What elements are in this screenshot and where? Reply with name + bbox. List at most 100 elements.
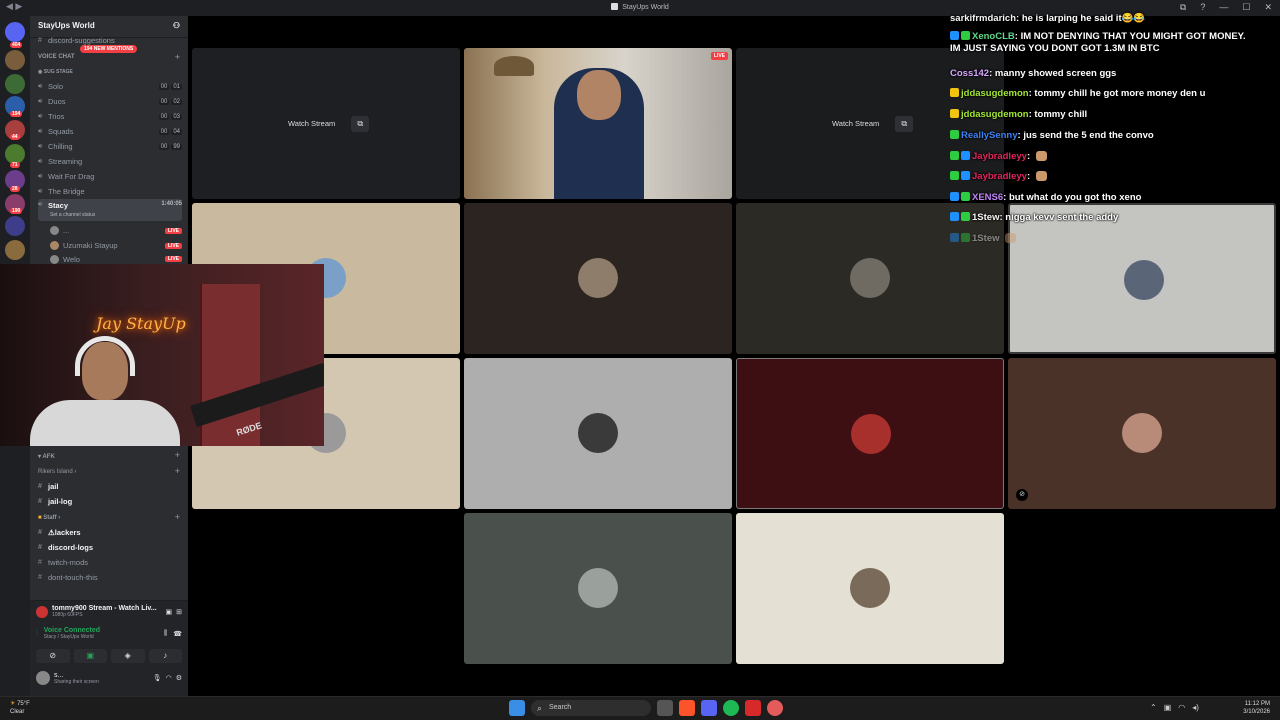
add-channel-icon[interactable]: + [175, 450, 180, 460]
avatar [851, 414, 891, 454]
popout-icon[interactable]: ⧉ [895, 115, 914, 132]
mention-badge: 71 [10, 162, 20, 168]
wifi-icon[interactable]: ◠ [1178, 703, 1185, 712]
server-icon[interactable] [5, 240, 25, 260]
chevron-up-icon[interactable]: ⌃ [1150, 703, 1157, 712]
headphones-icon[interactable]: ◠ [166, 674, 172, 682]
voice-channel-streaming[interactable]: 🔊︎ Streaming [38, 154, 182, 169]
server-icon[interactable] [5, 50, 25, 70]
add-channel-icon[interactable]: + [175, 466, 180, 476]
channel-jail[interactable]: # jail [38, 479, 182, 494]
channel-discord-suggestions[interactable]: # discord-suggestions [38, 35, 182, 45]
obs-icon[interactable] [767, 700, 783, 716]
badge-icon [950, 31, 959, 40]
volume-icon[interactable]: ◂) [1192, 703, 1199, 712]
server-icon[interactable] [5, 144, 25, 164]
mention-badge: 28 [10, 186, 20, 192]
voice-channel-duos[interactable]: 🔊︎ Duos 00 02 [38, 94, 182, 109]
adobe-icon[interactable] [745, 700, 761, 716]
add-channel-icon[interactable]: + [175, 52, 180, 62]
voice-member[interactable]: ... LIVE [50, 223, 182, 238]
speaker-icon: 🔊︎ [38, 201, 43, 208]
channel-status[interactable]: Set a channel status [50, 212, 95, 218]
discord-icon [611, 3, 619, 10]
watch-stream-group: Watch Stream ⧉ [824, 115, 914, 132]
user-tile[interactable] [464, 358, 732, 509]
stream-tile-video[interactable]: LIVE [464, 48, 732, 199]
category-afk[interactable]: ▾ AFK [38, 453, 55, 460]
soundboard-button[interactable]: ♪ [148, 649, 182, 663]
add-user-icon[interactable]: ⚇ [173, 21, 180, 32]
user-tile[interactable]: ⊘ [1008, 358, 1276, 509]
category-rikers-island[interactable]: Rikers Island › [38, 469, 76, 475]
voice-member[interactable]: Welo LIVE [50, 254, 182, 264]
clock[interactable]: 11:12 PM 3/10/2026 [1243, 700, 1270, 716]
voice-channel-solo[interactable]: 🔊︎ Solo 00 01 [38, 79, 182, 94]
channel-lackers[interactable]: # ⚠ lackers [38, 525, 182, 540]
channel-twitch-mods[interactable]: # twitch-mods [38, 555, 182, 570]
headset-icon [75, 336, 135, 376]
windows-start-icon[interactable] [509, 700, 525, 716]
lamp [494, 56, 534, 76]
activities-button[interactable]: ◈ [111, 649, 145, 663]
camera-off-button[interactable]: ⊘ [36, 649, 70, 663]
maximize-button[interactable]: ☐ [1242, 2, 1250, 13]
chat-message: jddasugdemon: tommy chill [950, 109, 1250, 121]
tray-app-icon[interactable]: ▣ [1164, 703, 1172, 712]
voice-channel-wait-for-drag[interactable]: 🔊︎ Wait For Drag [38, 169, 182, 184]
settings-gear-icon[interactable]: ⚙ [176, 674, 182, 682]
add-channel-icon[interactable]: + [175, 512, 180, 522]
category-staff[interactable]: ■ Staff › [38, 515, 60, 521]
live-badge: LIVE [164, 256, 182, 262]
avatar [850, 258, 890, 298]
category-voice-chat[interactable]: VOICE CHAT [38, 54, 75, 60]
popout-icon[interactable]: ⧉ [351, 115, 370, 132]
inbox-icon[interactable]: ⧉ [1180, 2, 1186, 13]
mic-icon[interactable]: 🎙︎ [153, 674, 162, 682]
avatar[interactable] [36, 671, 50, 685]
brave-browser-icon[interactable] [679, 700, 695, 716]
taskbar-search[interactable]: Search [531, 700, 651, 716]
voice-channel-squads[interactable]: 🔊︎ Squads 00 04 [38, 124, 182, 139]
user-tile[interactable] [736, 513, 1004, 664]
new-mentions-pill[interactable]: 194 NEW MENTIONS [80, 45, 138, 53]
spotify-icon[interactable] [723, 700, 739, 716]
voice-channel-chilling[interactable]: 🔊︎ Chilling 00 99 [38, 139, 182, 154]
user-count: 00 99 [158, 143, 182, 150]
chat-message: Coss142: manny showed screen ggs [950, 68, 1117, 79]
screen-icon[interactable]: ▣ [166, 608, 173, 616]
home-icon[interactable] [5, 22, 25, 42]
live-badge: LIVE [164, 227, 182, 234]
file-explorer-icon[interactable] [657, 700, 673, 716]
help-icon[interactable]: ? [1200, 2, 1205, 13]
watch-stream-button[interactable]: Watch Stream [280, 115, 343, 132]
popout-icon[interactable]: ⊞ [176, 608, 182, 616]
chat-overlay: sarkifrmdarich: he is larping he said it… [950, 13, 1250, 256]
user-tile[interactable] [464, 203, 732, 354]
user-tile[interactable] [736, 358, 1004, 509]
hash-icon: # [38, 559, 42, 566]
minimize-button[interactable]: — [1219, 2, 1228, 13]
noise-icon[interactable]: ⫼ [164, 630, 167, 638]
user-count: 00 01 [158, 83, 182, 90]
window-title: StayUps World [0, 3, 1280, 11]
disconnect-icon[interactable]: ☎ [173, 630, 182, 638]
voice-channel-trios[interactable]: 🔊︎ Trios 00 03 [38, 109, 182, 124]
stream-tile[interactable]: Watch Stream ⧉ [192, 48, 460, 199]
channel-jail-log[interactable]: # jail-log [38, 494, 182, 509]
weather-widget[interactable]: ☀ 75°F Clear [10, 700, 30, 716]
watch-stream-button[interactable]: Watch Stream [824, 115, 887, 132]
server-icon[interactable] [5, 216, 25, 236]
voice-channel-the-bridge[interactable]: 🔊︎ The Bridge [38, 184, 182, 199]
voice-member[interactable]: Uzumaki Stayup LIVE [50, 238, 182, 253]
channel-discord-logs[interactable]: # discord-logs [38, 540, 182, 555]
server-icon[interactable] [5, 74, 25, 94]
window-controls: ⧉ ? — ☐ ✕ [1180, 2, 1272, 13]
close-button[interactable]: ✕ [1264, 2, 1272, 13]
screen-share-button[interactable]: ▣ [73, 649, 107, 663]
badge-icon [961, 212, 970, 221]
discord-icon[interactable] [701, 700, 717, 716]
user-tile[interactable] [464, 513, 732, 664]
avatar [50, 254, 59, 264]
channel-dont-touch-this[interactable]: # dont-touch-this [38, 570, 182, 585]
